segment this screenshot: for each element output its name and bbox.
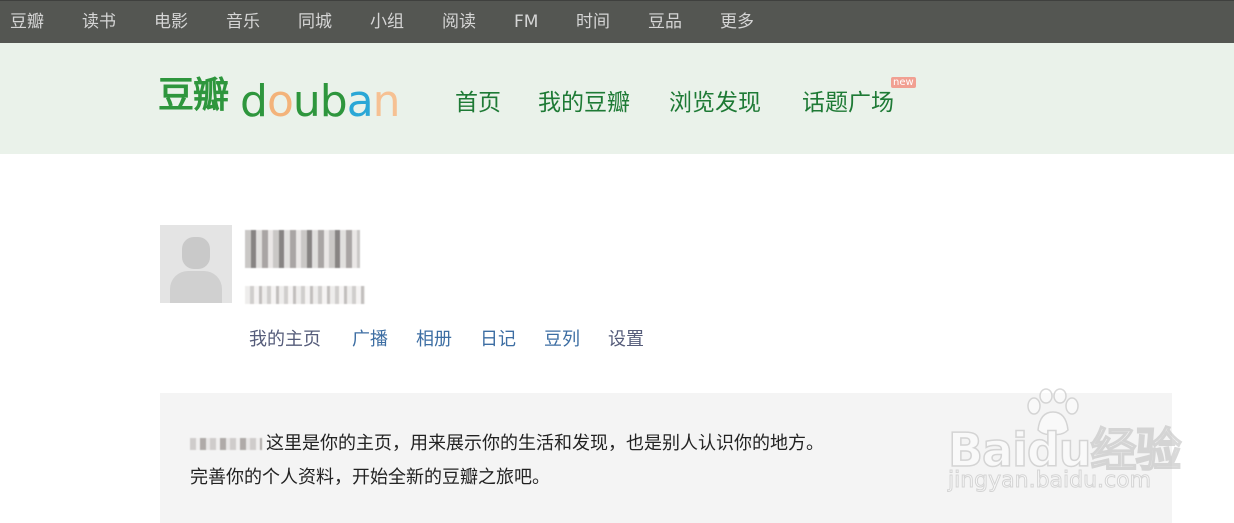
blurred-username [245,230,360,268]
blurred-user-subtitle [245,286,365,304]
global-nav-group[interactable]: 小组 [370,11,404,33]
profile-nav-settings[interactable]: 设置 [608,328,644,352]
global-nav-read[interactable]: 阅读 [442,11,476,33]
profile-nav-doulist[interactable]: 豆列 [544,328,580,352]
global-nav-local[interactable]: 同城 [298,11,332,33]
profile-nav-homepage[interactable]: 我的主页 [249,328,321,352]
global-nav-book[interactable]: 读书 [82,11,116,33]
nav-explore[interactable]: 浏览发现 [669,89,761,117]
new-badge: new [891,77,916,88]
avatar-body-shape [170,271,222,303]
intro-text-1: 这里是你的主页，用来展示你的生活和发现，也是别人认识你的地方。 [266,433,824,454]
global-nav-more[interactable]: 更多 [720,11,754,33]
logo-chinese-text: 豆瓣 [158,75,229,116]
profile-nav-diary[interactable]: 日记 [480,328,516,352]
avatar-head-shape [182,237,210,269]
blurred-username-inline [190,438,262,450]
intro-box: 这里是你的主页，用来展示你的生活和发现，也是别人认识你的地方。 完善你的个人资料… [160,393,1172,523]
global-nav-fm[interactable]: FM [514,11,538,33]
global-nav-douban[interactable]: 豆瓣 [10,11,44,33]
nav-topics[interactable]: 话题广场 [802,89,894,117]
nav-home[interactable]: 首页 [455,89,501,117]
logo-english-text: douban [240,76,401,127]
profile-nav-broadcast[interactable]: 广播 [352,328,388,352]
global-nav: 豆瓣 读书 电影 音乐 同城 小组 阅读 FM 时间 豆品 更多 [0,0,1234,43]
global-nav-time[interactable]: 时间 [576,11,610,33]
global-nav-movie[interactable]: 电影 [154,11,188,33]
avatar[interactable] [160,225,232,303]
global-nav-market[interactable]: 豆品 [648,11,682,33]
intro-line-2: 完善你的个人资料，开始全新的豆瓣之旅吧。 [190,467,550,488]
profile-nav-album[interactable]: 相册 [416,328,452,352]
intro-line-1: 这里是你的主页，用来展示你的生活和发现，也是别人认识你的地方。 [190,431,824,457]
nav-my-douban[interactable]: 我的豆瓣 [538,89,630,117]
site-header: 豆瓣 douban 首页 我的豆瓣 浏览发现 话题广场 new [0,43,1234,154]
global-nav-music[interactable]: 音乐 [226,11,260,33]
